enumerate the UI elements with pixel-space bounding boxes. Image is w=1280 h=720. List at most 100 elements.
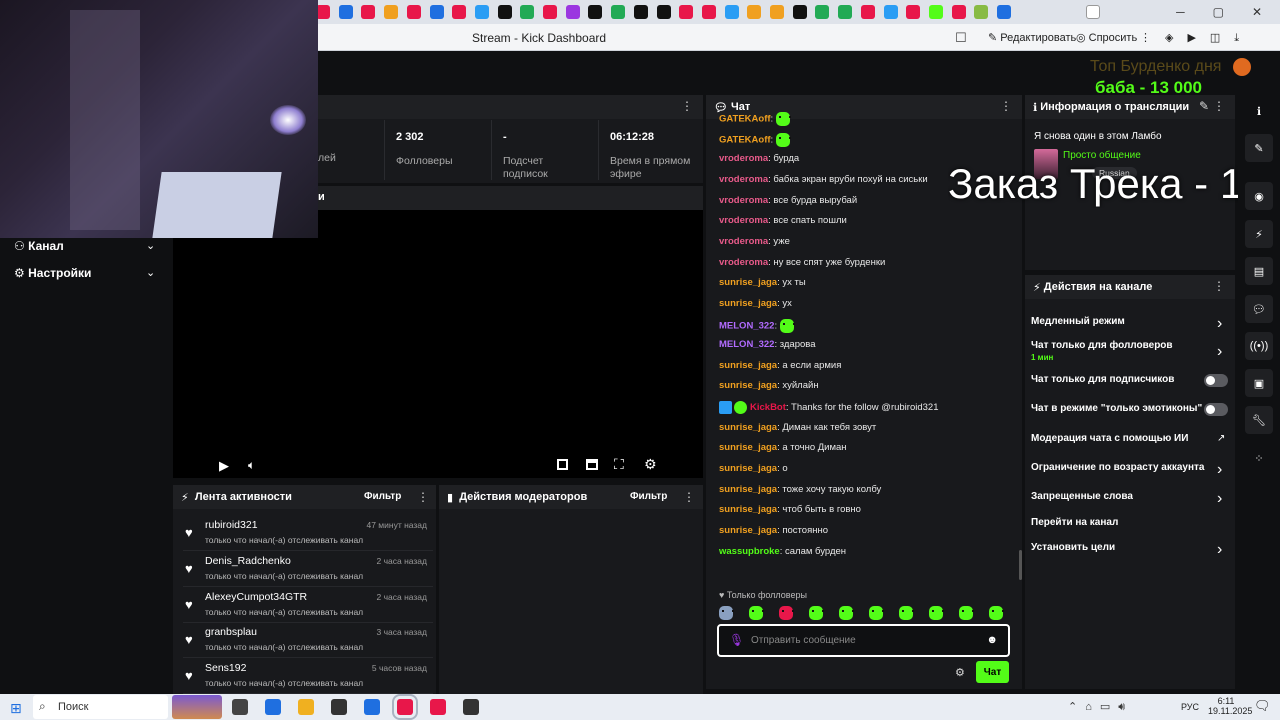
emoji-icon[interactable]: ☻ [986,634,998,646]
edit-icon[interactable]: ✎ [1245,134,1273,162]
browser-tab-icon[interactable] [406,5,421,19]
more-icon[interactable]: ⋮ [417,490,429,504]
emote-icon[interactable] [839,606,854,620]
chat-scrollbar[interactable] [1019,550,1022,580]
fullscreen-icon[interactable]: ⛶ [614,456,624,473]
chat-username[interactable]: vroderoma [719,174,768,185]
channel-action-1[interactable]: Медленный режим [1031,316,1125,327]
emote-icon[interactable] [869,606,884,620]
emote-icon[interactable] [989,606,1004,620]
browser-tab-icon[interactable] [906,5,921,19]
chevron-right-icon[interactable]: › [1217,315,1222,333]
chat-username[interactable]: vroderoma [719,236,768,247]
browser-tab-icon[interactable] [656,5,671,19]
taskbar-search[interactable]: ⌕ Поиск [33,695,168,719]
more-icon[interactable]: ⋮ [681,99,693,113]
settings-icon[interactable]: ⚙ [644,456,657,473]
pip-icon[interactable] [557,459,568,470]
browser-tab-icon[interactable] [747,5,762,19]
feed-username[interactable]: AlexeyCumpot34GTR [205,591,307,603]
toggle-switch[interactable] [1204,403,1228,416]
browser-tab-icon[interactable] [338,5,353,19]
emote-icon[interactable] [749,606,764,620]
browser-tab-icon[interactable] [792,5,807,19]
chat-username[interactable]: sunrise_jaga [719,525,777,536]
outlook-icon[interactable] [364,699,380,715]
store-icon[interactable] [331,699,347,715]
system-tray-icons[interactable]: ⌃⌂▭🔊︎ [1068,700,1133,714]
channel-action-6[interactable]: Ограничение по возрасту аккаунта [1031,462,1205,473]
chat-username[interactable]: vroderoma [719,195,768,206]
browser-tab-icon[interactable] [543,5,557,19]
browser-tab-icon[interactable] [928,5,943,19]
chevron-right-icon[interactable]: › [1217,343,1222,361]
channel-action-3[interactable]: Чат только для подписчиков [1031,374,1174,385]
chevron-right-icon[interactable]: › [1217,461,1222,479]
yandex-icon[interactable] [430,699,446,715]
chevron-right-icon[interactable]: › [1217,541,1222,559]
chat-username[interactable]: GATEKAoff [719,114,771,125]
browser-tab-icon[interactable] [997,5,1011,19]
browser-tab-icon[interactable] [452,5,467,19]
browser-tab-icon[interactable] [384,5,399,19]
browser-tab-icon[interactable] [701,5,716,19]
browser-tab-icon[interactable] [724,5,739,19]
chevron-down-icon[interactable]: ⌄ [146,239,155,252]
chat-username[interactable]: sunrise_jaga [719,277,777,288]
channel-action-5[interactable]: Модерация чата с помощью ИИ [1031,433,1188,444]
edit-button[interactable]: ✎ Редактировать [988,31,1076,44]
more-icon[interactable]: ⋮ [1000,99,1012,113]
chevron-down-icon[interactable]: ⌄ [146,266,155,279]
clock[interactable]: 6:11 19.11.2025 [1208,696,1252,716]
browser-tab-icon[interactable] [611,5,626,19]
camera-icon[interactable]: ◉ [1245,182,1273,210]
notification-icon[interactable]: 🗨︎ [1254,698,1271,714]
chat-username[interactable]: vroderoma [719,153,768,164]
browser-tab-icon[interactable] [633,5,648,19]
document-icon[interactable]: ▤ [1245,257,1273,285]
emote-icon[interactable] [719,606,734,620]
info-icon[interactable]: ℹ [1245,97,1273,125]
moderator-filter-button[interactable]: Фильтр [630,491,667,502]
obs-icon[interactable] [463,699,479,715]
feed-username[interactable]: Sens192 [205,662,246,674]
chat-username[interactable]: vroderoma [719,257,768,268]
maximize-icon[interactable]: ▢ [1213,5,1224,19]
emote-icon[interactable] [779,606,794,620]
channel-action-8[interactable]: Перейти на канал [1031,517,1118,528]
edit-icon[interactable]: ✎ [1199,99,1209,113]
bolt-icon[interactable]: ⚡ [1245,220,1273,248]
yandex-browser-icon[interactable] [392,694,418,720]
feed-username[interactable]: rubiroid321 [205,519,258,531]
chat-username[interactable]: sunrise_jaga [719,298,777,309]
emote-icon[interactable] [899,606,914,620]
language-indicator[interactable]: РУС [1181,702,1199,712]
browser-tab-icon[interactable] [565,5,580,19]
task-view-icon[interactable] [232,699,248,715]
browser-tab-icon[interactable] [974,5,989,19]
more-icon[interactable]: ⋮ [683,490,695,504]
channel-action-4[interactable]: Чат в режиме "только эмотиконы" [1031,403,1202,414]
volume-icon[interactable]: 🔈︎ [248,458,255,473]
apps-icon[interactable]: ⁘ [1245,444,1273,472]
shield-icon[interactable]: ▣ [1245,369,1273,397]
close-icon[interactable]: ✕ [1252,5,1262,19]
channel-action-9[interactable]: Установить цели [1031,542,1115,553]
chat-username[interactable]: KickBot [750,402,786,413]
browser-tab-icon[interactable] [860,5,875,19]
external-link-icon[interactable]: ↗ [1217,433,1225,444]
mic-icon[interactable]: 🎙︎ [729,633,744,647]
chat-username[interactable]: MELON_322 [719,320,774,331]
more-icon[interactable]: ⋮ [1213,279,1225,293]
emote-icon[interactable] [809,606,824,620]
chevron-right-icon[interactable]: › [1217,490,1222,508]
chat-username[interactable]: vroderoma [719,215,768,226]
sidebar-item-settings[interactable]: ⚙ Настройки [14,266,91,280]
chat-username[interactable]: sunrise_jaga [719,463,777,474]
browser-tab-icon[interactable] [474,5,489,19]
toggle-switch[interactable] [1204,374,1228,387]
chat-username[interactable]: GATEKAoff [719,134,771,145]
browser-tab-icon[interactable] [815,5,830,19]
chat-settings-icon[interactable]: ⚙ [955,666,965,679]
edge-icon[interactable] [265,699,281,715]
